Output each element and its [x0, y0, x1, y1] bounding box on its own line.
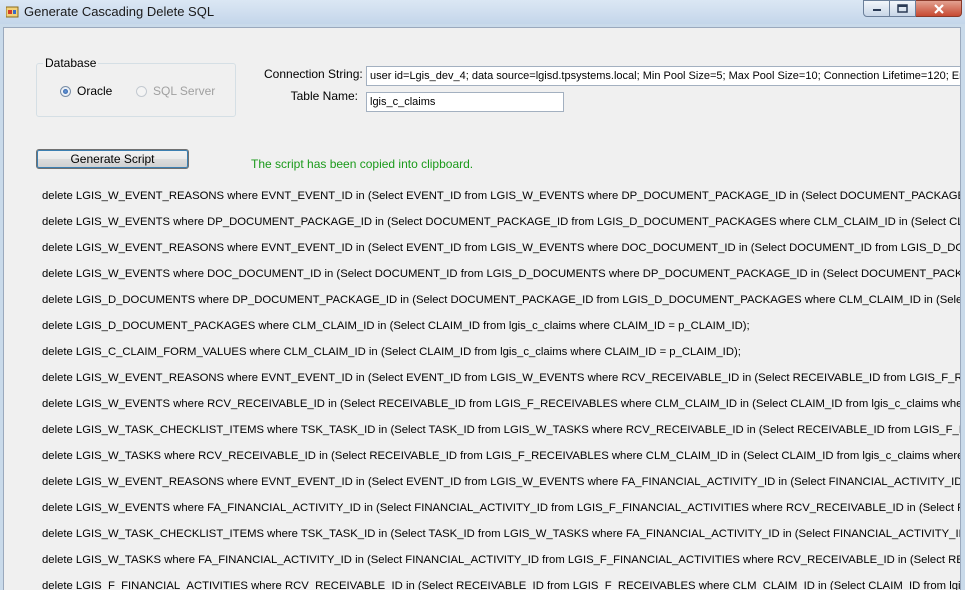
app-icon: [6, 6, 19, 18]
sql-line: delete LGIS_D_DOCUMENTS where DP_DOCUMEN…: [42, 294, 961, 306]
sql-line: delete LGIS_W_EVENT_REASONS where EVNT_E…: [42, 476, 961, 488]
title-bar: Generate Cascading Delete SQL: [0, 0, 965, 24]
sql-line: delete LGIS_W_EVENTS where FA_FINANCIAL_…: [42, 502, 961, 514]
window-controls: [863, 0, 962, 18]
connection-string-label: Connection String:: [264, 67, 363, 81]
minimize-icon: [872, 8, 881, 11]
sql-line: delete LGIS_C_CLAIM_FORM_VALUES where CL…: [42, 346, 741, 358]
database-group-label: Database: [43, 56, 99, 70]
minimize-button[interactable]: [863, 0, 890, 17]
close-icon: [933, 3, 944, 14]
sqlserver-radio-label: SQL Server: [153, 84, 216, 98]
sql-line: delete LGIS_W_EVENT_REASONS where EVNT_E…: [42, 242, 961, 254]
maximize-button[interactable]: [890, 0, 916, 17]
sql-output[interactable]: delete LGIS_W_EVENT_REASONS where EVNT_E…: [42, 189, 961, 590]
sql-line: delete LGIS_W_EVENT_REASONS where EVNT_E…: [42, 372, 961, 384]
generate-script-button[interactable]: Generate Script: [36, 149, 189, 169]
maximize-icon: [897, 4, 908, 13]
sql-line: delete LGIS_W_TASK_CHECKLIST_ITEMS where…: [42, 528, 961, 540]
oracle-radio-indicator: [60, 85, 71, 97]
client-area: Database Oracle SQL Server Connection St…: [3, 27, 961, 590]
close-button[interactable]: [916, 0, 962, 17]
sqlserver-radio-indicator: [136, 85, 147, 97]
sql-line: delete LGIS_W_TASKS where RCV_RECEIVABLE…: [42, 450, 961, 462]
oracle-radio[interactable]: Oracle: [60, 84, 112, 98]
sql-line: delete LGIS_W_EVENT_REASONS where EVNT_E…: [42, 190, 961, 202]
sql-line: delete LGIS_W_EVENTS where RCV_RECEIVABL…: [42, 398, 961, 410]
sqlserver-radio[interactable]: SQL Server: [136, 84, 215, 98]
sql-line: delete LGIS_W_EVENTS where DP_DOCUMENT_P…: [42, 216, 961, 228]
sql-line: delete LGIS_F_FINANCIAL_ACTIVITIES where…: [42, 580, 961, 590]
oracle-radio-label: Oracle: [77, 84, 113, 98]
connection-string-input[interactable]: user id=Lgis_dev_4; data source=lgisd.tp…: [366, 66, 960, 86]
sql-line: delete LGIS_W_EVENTS where DOC_DOCUMENT_…: [42, 268, 961, 280]
window-title: Generate Cascading Delete SQL: [24, 4, 215, 19]
sql-line: delete LGIS_W_TASKS where FA_FINANCIAL_A…: [42, 554, 961, 566]
sql-line: delete LGIS_D_DOCUMENT_PACKAGES where CL…: [42, 320, 750, 332]
sql-line: delete LGIS_W_TASK_CHECKLIST_ITEMS where…: [42, 424, 961, 436]
table-name-label: Table Name:: [290, 89, 358, 103]
status-message: The script has been copied into clipboar…: [251, 157, 474, 171]
table-name-input[interactable]: lgis_c_claims: [366, 92, 564, 112]
database-groupbox: Database Oracle SQL Server: [36, 56, 236, 117]
